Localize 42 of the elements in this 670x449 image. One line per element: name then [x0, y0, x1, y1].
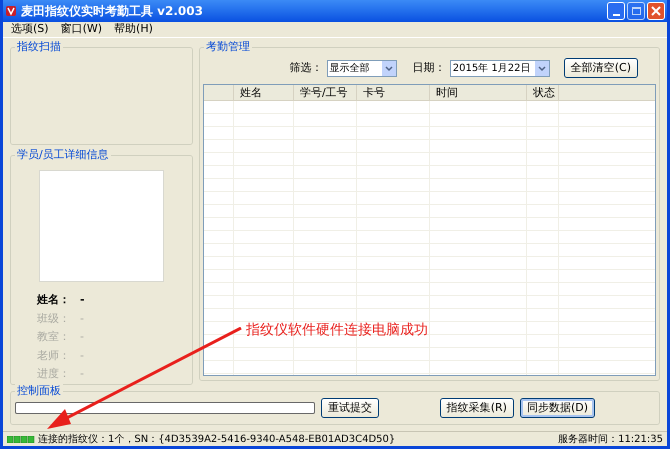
field-label: 姓名： [37, 292, 70, 308]
minimize-button[interactable] [607, 2, 625, 20]
maximize-button[interactable] [627, 2, 645, 20]
group-title: 考勤管理 [204, 40, 252, 54]
field-value: - [80, 366, 84, 382]
server-time: 服务器时间：11:21:35 [558, 432, 663, 446]
menu-item[interactable]: 窗口(W) [60, 21, 102, 38]
group-title: 学员/员工详细信息 [15, 148, 111, 162]
column-header[interactable]: 时间 [430, 85, 527, 100]
field-label: 教室： [37, 329, 70, 345]
field-label: 班级： [37, 310, 70, 326]
column-header[interactable]: 姓名 [234, 85, 294, 100]
caret-icon [534, 60, 549, 76]
group-title: 控制面板 [15, 384, 63, 398]
field-value: - [80, 348, 84, 364]
column-header[interactable]: 学号/工号 [294, 85, 357, 100]
button[interactable]: 指纹采集(R) [440, 398, 514, 418]
field-value: - [80, 329, 84, 345]
caret-icon [382, 60, 396, 76]
date-label: 日期： [412, 60, 446, 76]
group-title: 指纹扫描 [15, 40, 63, 54]
close-button[interactable] [647, 2, 665, 20]
date-picker[interactable]: 2015年 1月22日 [450, 60, 550, 76]
button[interactable]: 全部清空(C) [564, 58, 638, 78]
connection-status: 连接的指纹仪：1个，SN：{4D3539A2-5416-9340-A548-EB01AD3C4D50} [38, 432, 396, 446]
filter-label: 筛选： [290, 60, 323, 76]
filter-dropdown[interactable]: 显示全部 [326, 60, 397, 76]
close-icon [651, 6, 661, 16]
annotation-text: 指纹仪软件硬件连接电脑成功 [246, 321, 428, 340]
menu-item[interactable]: 选项(S) [11, 21, 49, 38]
field-label: 进度： [37, 366, 70, 382]
app-icon [5, 5, 17, 17]
field-value: - [80, 310, 84, 326]
button[interactable]: 重试提交 [321, 398, 379, 418]
field-value: - [80, 292, 85, 308]
field-label: 老师： [37, 348, 70, 364]
window-title: 麦田指纹仪实时考勤工具 v2.003 [21, 3, 203, 20]
signal-icon [7, 436, 35, 442]
column-header[interactable]: 卡号 [357, 85, 430, 100]
button[interactable]: 同步数据(D) [520, 398, 595, 418]
column-header[interactable]: 状态 [527, 85, 559, 100]
menu-item[interactable]: 帮助(H) [114, 21, 153, 38]
